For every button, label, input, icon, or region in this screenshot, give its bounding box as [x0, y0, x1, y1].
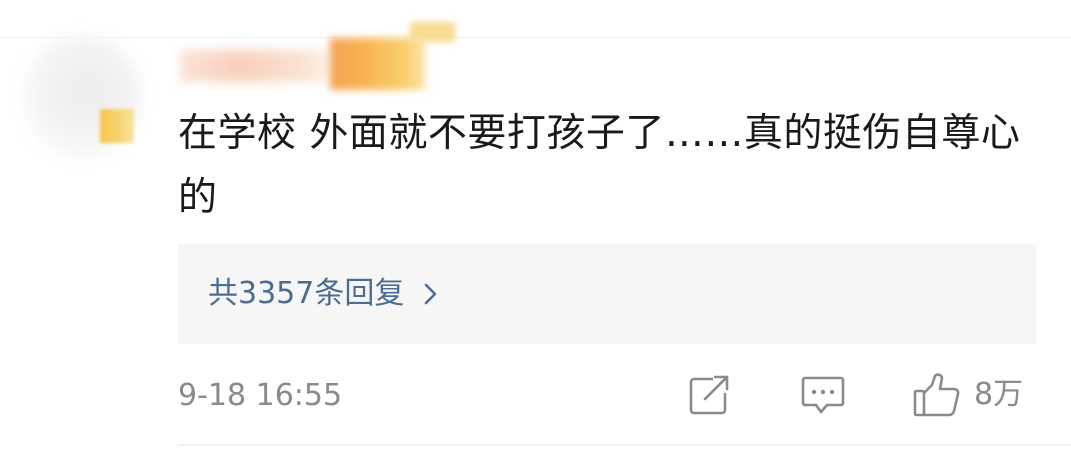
comment-timestamp: 9-18 16:55	[178, 378, 343, 413]
username-blurred[interactable]	[180, 20, 460, 100]
comment-icon	[801, 376, 845, 414]
comment-button[interactable]	[800, 372, 846, 418]
view-replies-link[interactable]: 共3357条回复	[208, 274, 440, 314]
thumbs-up-icon	[913, 373, 960, 417]
share-button[interactable]	[688, 372, 732, 418]
replies-panel[interactable]: 共3357条回复	[178, 244, 1036, 344]
top-divider	[0, 37, 1071, 38]
like-button[interactable]: 8万	[912, 372, 1023, 418]
share-icon	[689, 375, 729, 415]
replies-label: 共3357条回复	[208, 276, 405, 311]
like-count: 8万	[974, 377, 1024, 412]
comment-text: 在学校 外面就不要打孩子了……真的挺伤自尊心的	[178, 111, 1021, 220]
bottom-divider	[178, 444, 1071, 446]
chevron-right-icon	[425, 283, 437, 305]
avatar-badge	[100, 109, 134, 143]
comment-page: 在学校 外面就不要打孩子了……真的挺伤自尊心的 共3357条回复 9-18 16…	[0, 0, 1071, 459]
